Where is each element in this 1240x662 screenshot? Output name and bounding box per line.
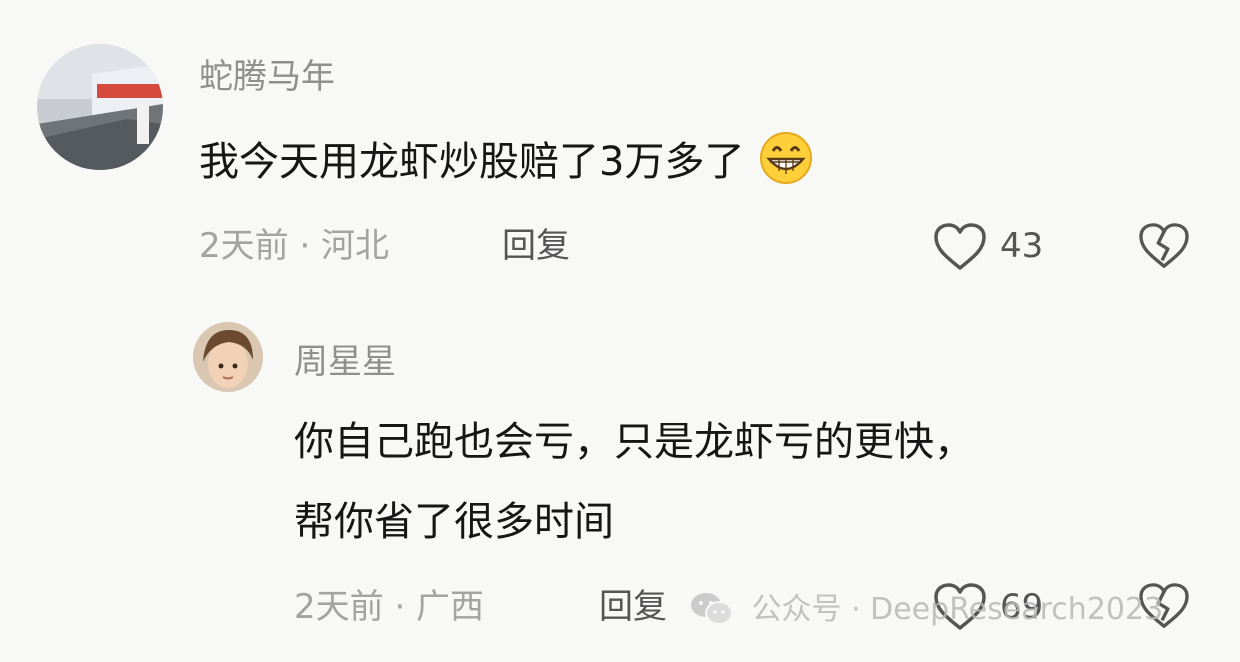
reply-text-line-1: 你自己跑也会亏，只是龙虾亏的更快， <box>294 419 974 465</box>
comment-username[interactable]: 蛇腾马年 <box>199 55 335 99</box>
reply-text-line-2: 帮你省了很多时间 <box>294 499 614 545</box>
comment-text: 我今天用龙虾炒股赔了3万多了 <box>199 131 813 192</box>
heart-icon[interactable] <box>932 222 988 272</box>
wechat-icon <box>691 593 733 625</box>
grin-emoji <box>760 132 813 184</box>
watermark: 公众号 · DeepResearch2023 <box>690 590 1163 630</box>
watermark-text: 公众号 · DeepResearch2023 <box>751 592 1164 627</box>
avatar-image <box>37 44 163 170</box>
comment-reply-button[interactable]: 回复 <box>502 224 570 268</box>
reply-avatar[interactable] <box>193 322 263 392</box>
comment-like-count: 43 <box>1000 226 1044 266</box>
reply-username[interactable]: 周星星 <box>294 340 396 384</box>
broken-heart-icon[interactable] <box>1137 222 1191 270</box>
comment-text-body: 我今天用龙虾炒股赔了3万多了 <box>199 139 745 185</box>
reply-time-location: 2天前 · 广西 <box>294 587 485 627</box>
reply-avatar-image <box>193 322 263 392</box>
reply-reply-button[interactable]: 回复 <box>599 585 667 629</box>
comment-time-location: 2天前 · 河北 <box>199 226 390 266</box>
avatar[interactable] <box>37 44 163 170</box>
